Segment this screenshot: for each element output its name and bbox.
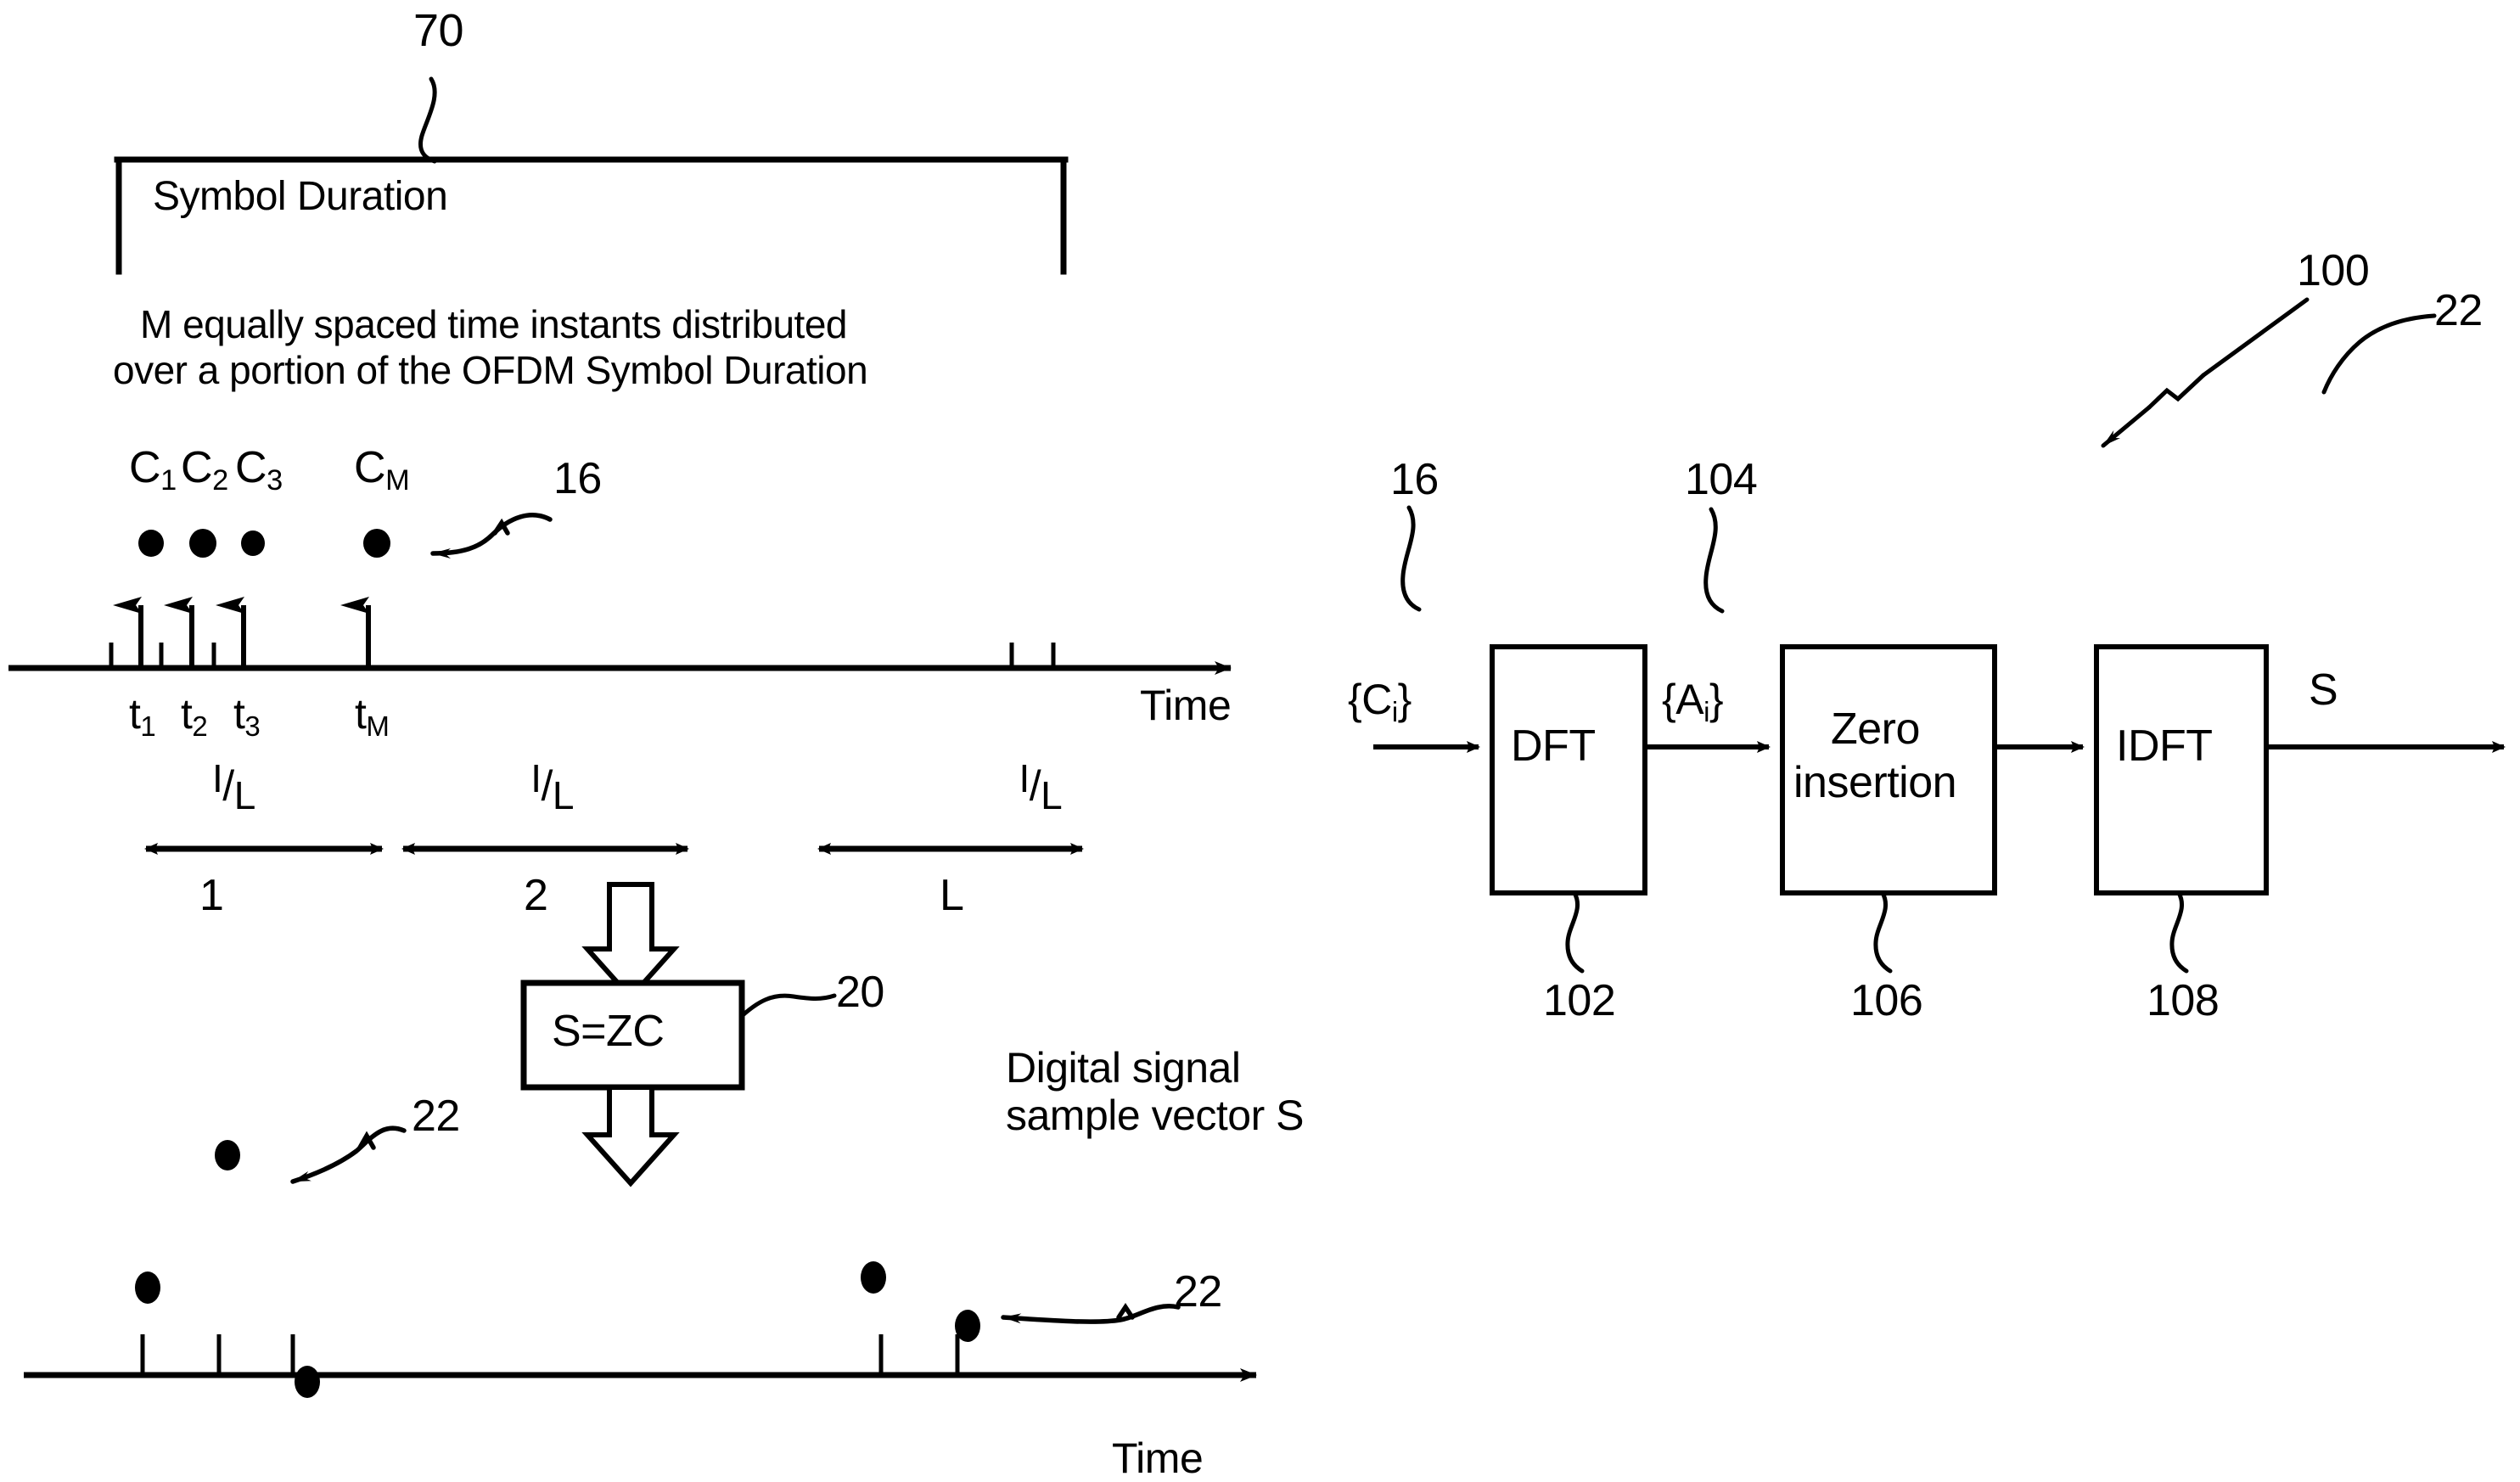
ref-104-label: 104: [1685, 455, 1758, 504]
interval-fraction-2: I/L: [530, 758, 574, 817]
fraction-numerator: I: [530, 755, 542, 800]
c3-base: C: [235, 443, 267, 492]
bottom-time-axis-label: Time: [1112, 1434, 1204, 1482]
coefficient-label-cm: CM: [354, 443, 410, 496]
interval-fraction-L: I/L: [1019, 758, 1062, 817]
ref-102-label: 102: [1543, 976, 1616, 1025]
ref-20-leader: [739, 993, 837, 1019]
t2-subscript: 2: [192, 710, 208, 742]
ref-102-leader: [1565, 890, 1585, 974]
symbol-duration-label: Symbol Duration: [153, 174, 448, 219]
coefficient-label-c3: C3: [235, 443, 283, 496]
ref-100-label: 100: [2297, 246, 2370, 295]
block-arrow-down-out: [581, 1085, 680, 1187]
dft-block-label: DFT: [1511, 721, 1596, 771]
ref-22-leader-output: [2321, 313, 2437, 395]
ref-106-leader: [1873, 890, 1893, 974]
tm-base: t: [355, 690, 367, 738]
ref-108-leader: [2169, 890, 2189, 974]
digital-signal-caption-line-2: sample vector S: [1006, 1092, 1304, 1139]
ref-22-leader-left: [290, 1126, 407, 1184]
interval-index-2: 2: [524, 871, 548, 920]
coefficient-label-c2: C2: [181, 443, 228, 496]
ref-104-leader: [1703, 507, 1725, 614]
input-set-label: {Ci}: [1348, 676, 1412, 727]
idft-block-label: IDFT: [2116, 721, 2213, 771]
t3-base: t: [233, 690, 245, 738]
ref-16-leader-right: [1400, 505, 1422, 612]
interval-index-L: L: [940, 871, 964, 920]
ref-16-leader-left: [430, 513, 553, 559]
c2-base: C: [181, 443, 213, 492]
patent-figure: 70 Symbol Duration M equally spaced time…: [0, 0, 2520, 1481]
input-set-subscript: i: [1391, 695, 1398, 727]
t1-subscript: 1: [140, 710, 156, 742]
interval-fraction-1: I/L: [212, 758, 255, 817]
coefficient-dots: [138, 529, 390, 558]
input-set-open: {C: [1348, 676, 1392, 723]
cm-base: C: [354, 443, 386, 492]
mid-set-close: }: [1709, 676, 1724, 723]
fraction-slash: /: [222, 762, 234, 810]
t1-base: t: [129, 690, 141, 738]
cm-subscript: M: [385, 463, 410, 497]
zc-block-label: S=ZC: [552, 1007, 665, 1056]
mid-set-label: {Ai}: [1662, 676, 1724, 727]
ref-22-leader-right: [1001, 1303, 1181, 1324]
ref-70-label: 70: [413, 5, 464, 56]
zero-insertion-block-label-line-2: insertion: [1793, 758, 1957, 807]
fraction-denominator: L: [1041, 773, 1063, 818]
time-tick-label-t1: t1: [129, 690, 156, 741]
fraction-numerator: I: [1019, 755, 1030, 800]
fraction-numerator: I: [212, 755, 223, 800]
description-line-2: over a portion of the OFDM Symbol Durati…: [113, 348, 868, 392]
ref-22-label-output: 22: [2434, 286, 2483, 335]
output-signal-label: S: [2309, 665, 2338, 715]
c1-base: C: [129, 443, 161, 492]
ref-20-label: 20: [836, 968, 884, 1017]
bottom-time-axis: [24, 1334, 1257, 1382]
ref-16-label-right: 16: [1390, 455, 1439, 504]
digital-signal-caption-line-1: Digital signal: [1006, 1044, 1241, 1092]
sample-dots: [135, 1140, 980, 1398]
fraction-slash: /: [541, 762, 553, 810]
t3-subscript: 3: [244, 710, 261, 742]
mid-set-open: {A: [1662, 676, 1704, 723]
zero-insertion-block-label-line-1: Zero: [1831, 705, 1920, 754]
c2-subscript: 2: [212, 463, 228, 497]
ref-70-leader: [418, 76, 437, 164]
fraction-denominator: L: [233, 773, 256, 818]
input-set-close: }: [1397, 676, 1412, 723]
ref-16-label-left: 16: [553, 454, 602, 503]
ref-108-label: 108: [2147, 976, 2220, 1025]
top-time-axis-label: Time: [1140, 682, 1232, 729]
ref-106-label: 106: [1850, 976, 1923, 1025]
t2-base: t: [181, 690, 193, 738]
time-tick-label-t3: t3: [233, 690, 261, 741]
fraction-slash: /: [1029, 762, 1041, 810]
mid-set-subscript: i: [1703, 695, 1709, 727]
time-tick-label-tm: tM: [355, 690, 390, 741]
top-time-axis: [8, 597, 1232, 675]
interval-index-1: 1: [199, 871, 224, 920]
fraction-denominator: L: [552, 773, 575, 818]
c3-subscript: 3: [267, 463, 283, 497]
tm-subscript: M: [366, 710, 390, 742]
description-line-1: M equally spaced time instants distribut…: [140, 302, 848, 346]
ref-22-label-left: 22: [412, 1092, 460, 1141]
c1-subscript: 1: [160, 463, 177, 497]
ref-100-leader: [2101, 297, 2310, 448]
time-tick-label-t2: t2: [181, 690, 208, 741]
ref-22-label-right: 22: [1174, 1267, 1222, 1316]
coefficient-label-c1: C1: [129, 443, 177, 496]
